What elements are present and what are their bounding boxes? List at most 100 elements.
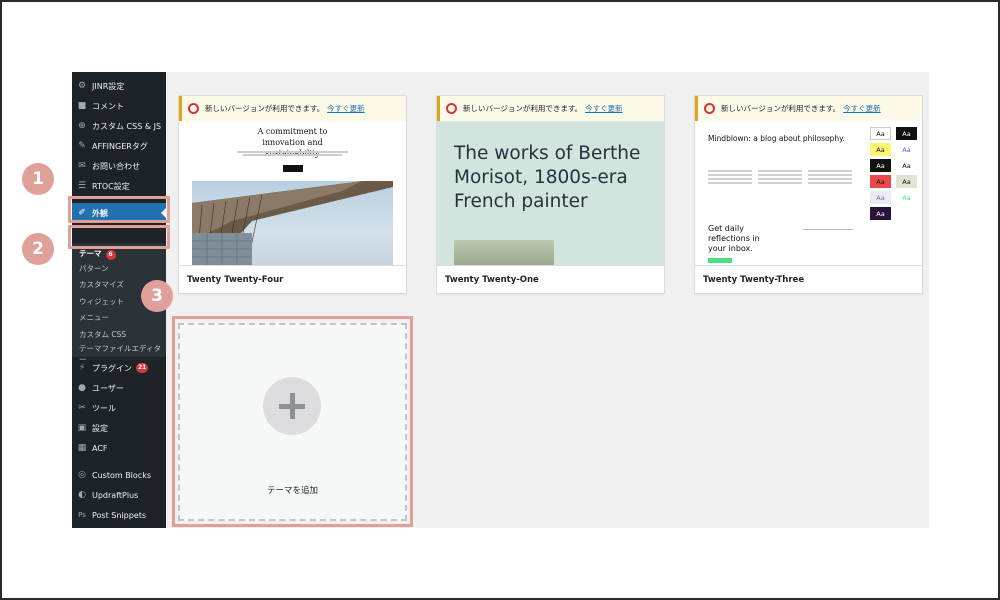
update-notice-text: 新しいバージョンが利用できます。 — [463, 104, 583, 113]
style-swatch: Aa — [896, 191, 917, 204]
sidebar-item-label: ユーザー — [92, 383, 124, 393]
update-now-link[interactable]: 今すぐ更新 — [585, 103, 623, 114]
blocks-icon: ◎ — [78, 469, 86, 480]
sidebar-item-label: ツール — [92, 403, 116, 413]
ps-icon: Ps — [78, 510, 86, 519]
theme-name: Twenty Twenty-Three — [695, 265, 922, 293]
gear-icon: ⚙ — [77, 80, 87, 91]
sidebar-item-rtoc-settings[interactable]: ☰ RTOC設定 — [72, 176, 166, 196]
sidebar-item-label: お問い合わせ — [92, 161, 140, 171]
step-marker-1: 1 — [22, 163, 54, 195]
style-swatch: Aa — [870, 207, 891, 220]
update-icon — [188, 103, 199, 114]
style-swatch: Aa — [896, 159, 917, 172]
sidebar-item-label: コメント — [92, 101, 124, 111]
sidebar-item-affinger-tag[interactable]: ✎ AFFINGERタグ — [72, 136, 166, 156]
theme-screenshot[interactable]: A commitment to innovation and sustainab… — [179, 96, 406, 265]
style-swatch: Aa — [896, 127, 917, 140]
theme-preview-architecture-image — [192, 181, 393, 265]
sidebar-item-label: プラグイン — [92, 363, 132, 373]
submenu-item-patterns[interactable]: パターン — [72, 263, 166, 274]
submenu-item-themes[interactable]: テーマ 6 — [72, 248, 166, 260]
sidebar-item-label: ACF — [92, 443, 108, 453]
theme-preview-headline: Mindblown: a blog about philosophy. — [708, 134, 845, 143]
mail-icon: ✉ — [78, 160, 86, 171]
submenu-item-label: テーマ — [79, 249, 102, 258]
theme-preview-post-column — [808, 168, 852, 184]
sidebar-item-tools[interactable]: ✂ ツール — [72, 398, 166, 418]
theme-preview-button — [708, 258, 732, 263]
sidebar-item-label: Custom Blocks — [92, 470, 151, 480]
sidebar-item-label: Post Snippets — [92, 510, 147, 520]
sidebar-item-comments[interactable]: ■ コメント — [72, 96, 166, 116]
sidebar-item-plugins[interactable]: ⚡ プラグイン 21 — [72, 358, 166, 378]
updraft-icon: ◐ — [78, 489, 86, 500]
update-notice-text: 新しいバージョンが利用できます。 — [205, 104, 325, 113]
sidebar-item-post-snippets[interactable]: Ps Post Snippets — [72, 505, 166, 525]
comment-icon: ■ — [77, 100, 87, 111]
step-marker-2: 2 — [22, 233, 54, 265]
theme-card-twenty-twenty-three[interactable]: Mindblown: a blog about philosophy. Get … — [694, 95, 923, 294]
style-swatch: Aa — [870, 191, 891, 204]
update-notice: 新しいバージョンが利用できます。 今すぐ更新 — [437, 96, 664, 121]
wrench-icon: ✂ — [78, 402, 86, 413]
theme-card-twenty-twenty-four[interactable]: A commitment to innovation and sustainab… — [178, 95, 407, 294]
sidebar-item-acf[interactable]: ▦ ACF — [72, 438, 166, 458]
sidebar-item-jinr-settings[interactable]: ⚙ JINR設定 — [72, 76, 166, 96]
theme-screenshot[interactable]: Mindblown: a blog about philosophy. Get … — [695, 96, 922, 265]
update-now-link[interactable]: 今すぐ更新 — [843, 103, 881, 114]
theme-preview-button — [283, 165, 303, 172]
pin-icon: ✎ — [78, 140, 86, 151]
highlight-appearance — [68, 196, 170, 223]
style-swatch: Aa — [896, 175, 917, 188]
theme-card-twenty-twenty-one[interactable]: The works of Berthe Morisot, 1800s-era F… — [436, 95, 665, 294]
style-swatch: Aa — [870, 159, 891, 172]
theme-preview-divider — [803, 229, 853, 230]
sidebar-item-contact[interactable]: ✉ お問い合わせ — [72, 156, 166, 176]
list-icon: ☰ — [77, 180, 87, 191]
theme-preview-post-column — [708, 168, 752, 184]
theme-name: Twenty Twenty-One — [437, 265, 664, 293]
theme-preview-body-lines — [229, 150, 356, 157]
submenu-item-menus[interactable]: メニュー — [72, 312, 166, 323]
settings-icon: ▣ — [77, 422, 87, 433]
highlight-themes — [68, 225, 170, 249]
update-notice-text: 新しいバージョンが利用できます。 — [721, 104, 841, 113]
update-notice: 新しいバージョンが利用できます。 今すぐ更新 — [179, 96, 406, 121]
theme-preview-headline: The works of Berthe Morisot, 1800s-era F… — [454, 143, 641, 212]
plus-circle-icon: ⊕ — [78, 120, 86, 131]
update-icon — [704, 103, 715, 114]
theme-preview-subhead: Get daily reflections in your inbox. — [708, 224, 760, 253]
sidebar-item-custom-css-js[interactable]: ⊕ カスタム CSS & JS — [72, 116, 166, 136]
update-icon — [446, 103, 457, 114]
style-swatch: Aa — [870, 175, 891, 188]
themes-update-badge: 6 — [105, 250, 116, 260]
theme-preview-page: Mindblown: a blog about philosophy. Get … — [695, 121, 865, 265]
user-icon: ● — [78, 382, 86, 393]
sidebar-item-label: 設定 — [92, 423, 108, 433]
plugin-icon: ⚡ — [78, 362, 86, 373]
sidebar-item-settings[interactable]: ▣ 設定 — [72, 418, 166, 438]
theme-preview-style-swatches: Aa Aa Aa Aa Aa Aa Aa Aa Aa Aa Aa — [865, 121, 922, 265]
plugins-update-badge: 21 — [136, 363, 149, 373]
highlight-add-theme — [172, 316, 413, 527]
theme-preview-painting-image — [454, 240, 554, 265]
submenu-item-custom-css[interactable]: カスタム CSS — [72, 329, 166, 340]
sidebar-item-label: カスタム CSS & JS — [92, 121, 162, 131]
theme-preview-background: The works of Berthe Morisot, 1800s-era F… — [437, 121, 664, 265]
update-notice: 新しいバージョンが利用できます。 今すぐ更新 — [695, 96, 922, 121]
step-marker-3: 3 — [141, 280, 173, 312]
sidebar-item-label: UpdraftPlus — [92, 490, 139, 500]
sidebar-item-users[interactable]: ● ユーザー — [72, 378, 166, 398]
theme-screenshot[interactable]: The works of Berthe Morisot, 1800s-era F… — [437, 96, 664, 265]
sidebar-item-label: JINR設定 — [92, 81, 125, 91]
sidebar-item-label: RTOC設定 — [92, 181, 130, 191]
style-swatch: Aa — [870, 143, 891, 156]
theme-preview-post-column — [758, 168, 802, 184]
sidebar-item-updraftplus[interactable]: ◐ UpdraftPlus — [72, 485, 166, 505]
sidebar-item-custom-blocks[interactable]: ◎ Custom Blocks — [72, 465, 166, 485]
style-swatch: Aa — [870, 127, 891, 140]
update-now-link[interactable]: 今すぐ更新 — [327, 103, 365, 114]
grid-icon: ▦ — [77, 442, 87, 453]
theme-name: Twenty Twenty-Four — [179, 265, 406, 293]
